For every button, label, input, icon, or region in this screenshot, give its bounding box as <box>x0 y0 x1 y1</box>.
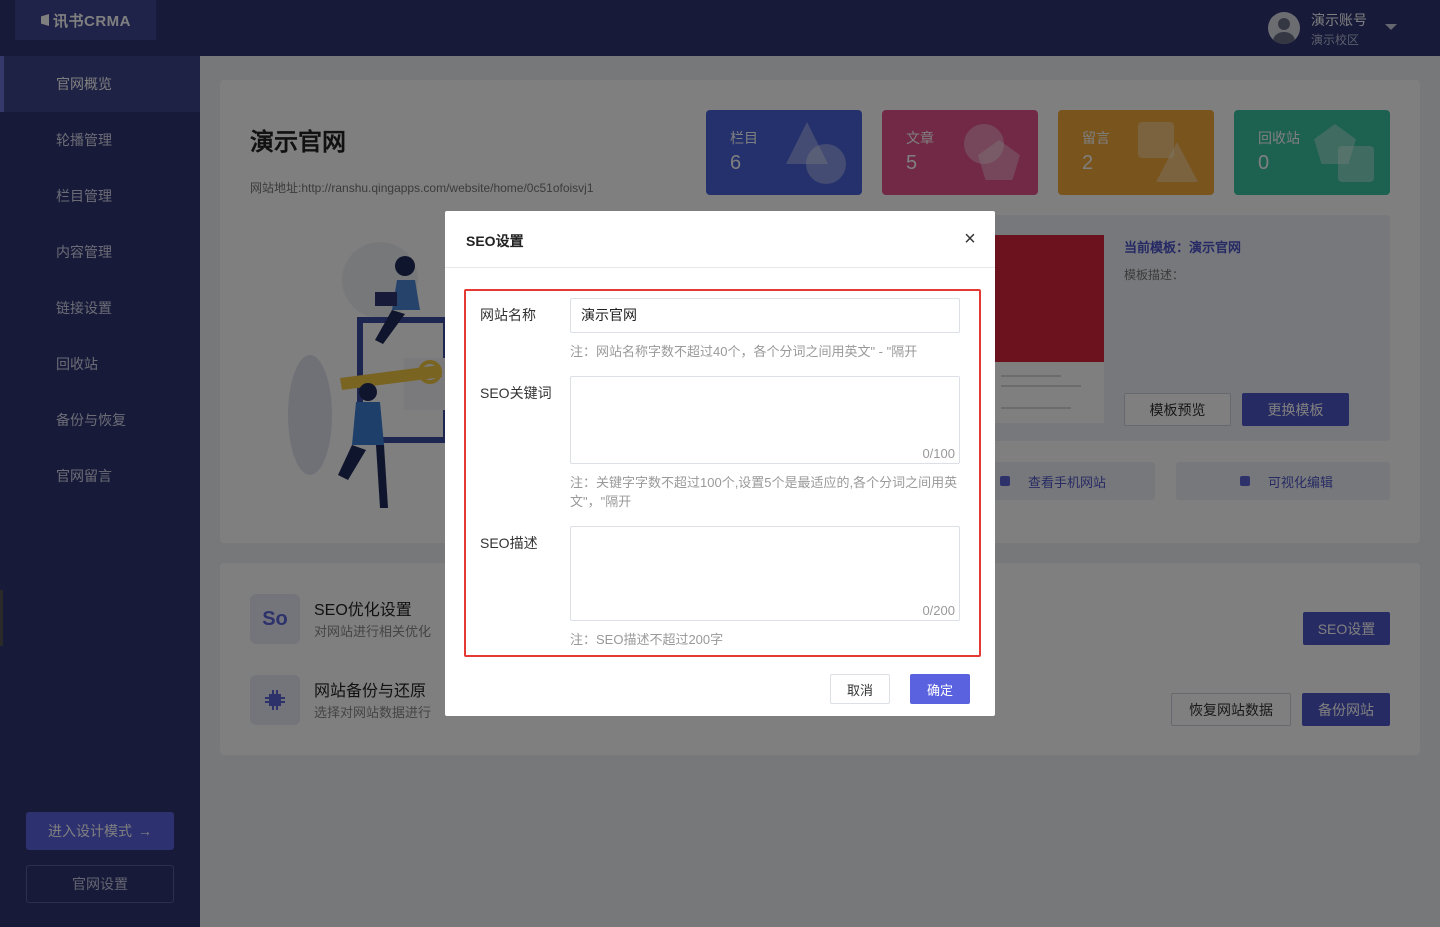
keywords-textarea[interactable]: 0/100 <box>570 376 960 464</box>
keywords-label: SEO关键词 <box>480 385 552 401</box>
description-counter: 0/200 <box>922 603 955 618</box>
confirm-button[interactable]: 确定 <box>910 674 970 704</box>
site-name-label: 网站名称 <box>480 307 536 323</box>
keywords-hint: 注：关键字字数不超过100个,设置5个是最适应的,各个分词之间用英文"，"隔开 <box>570 475 958 509</box>
dialog-title: SEO设置 <box>466 233 524 249</box>
cancel-button[interactable]: 取消 <box>830 674 890 704</box>
site-name-input[interactable]: 演示官网 <box>570 298 960 333</box>
description-textarea[interactable]: 0/200 <box>570 526 960 621</box>
seo-settings-dialog: SEO设置 × 网站名称 演示官网 注：网站名称字数不超过40个，各个分词之间用… <box>445 211 995 716</box>
dialog-header: SEO设置 × <box>445 211 995 268</box>
description-label: SEO描述 <box>480 535 538 551</box>
keywords-counter: 0/100 <box>922 446 955 461</box>
description-hint: 注：SEO描述不超过200字 <box>570 632 724 647</box>
close-icon[interactable]: × <box>960 229 980 249</box>
site-name-hint: 注：网站名称字数不超过40个，各个分词之间用英文" - "隔开 <box>570 344 918 359</box>
